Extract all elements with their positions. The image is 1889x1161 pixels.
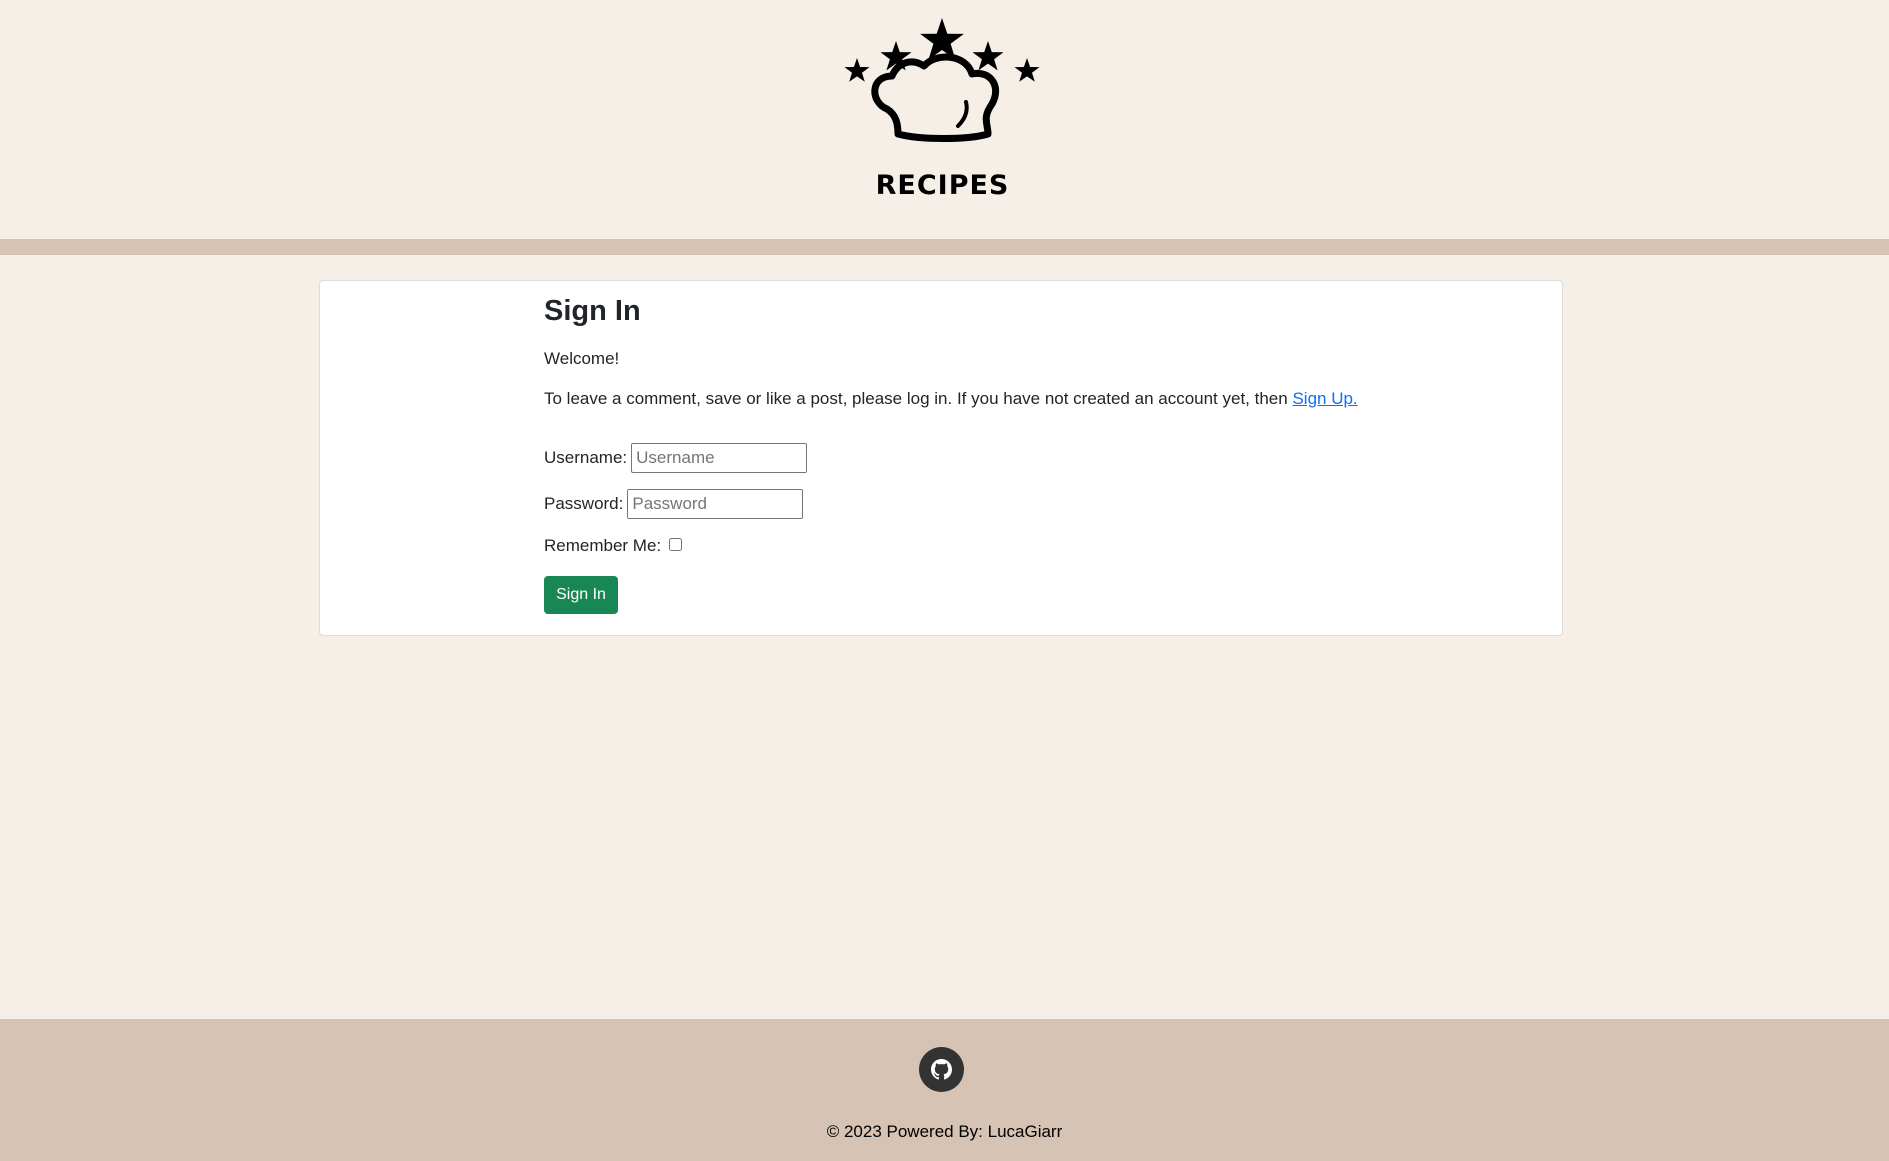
password-label: Password: bbox=[544, 494, 624, 513]
copyright-text: © 2023 Powered By: LucaGiarr bbox=[826, 1122, 1063, 1141]
site-header: RECIPES bbox=[0, 0, 1889, 239]
welcome-text: Welcome! bbox=[544, 349, 620, 368]
star-icon bbox=[972, 41, 1004, 71]
login-info-message: To leave a comment, save or like a post,… bbox=[544, 389, 1293, 408]
chef-hat-stars-icon bbox=[844, 18, 1040, 142]
remember-row: Remember Me: bbox=[544, 536, 683, 556]
header-divider-bar bbox=[0, 239, 1889, 255]
site-footer: © 2023 Powered By: LucaGiarr bbox=[0, 1019, 1889, 1161]
recipes-logo[interactable]: RECIPES bbox=[840, 14, 1045, 210]
username-input[interactable] bbox=[631, 443, 808, 473]
page-title: Sign In bbox=[544, 295, 641, 327]
username-label: Username: bbox=[544, 448, 628, 467]
github-link[interactable] bbox=[919, 1047, 964, 1092]
star-icon bbox=[920, 18, 964, 60]
password-row: Password: bbox=[544, 489, 804, 519]
github-icon bbox=[931, 1059, 952, 1080]
username-row: Username: bbox=[544, 443, 808, 473]
chef-hat-icon bbox=[871, 53, 1000, 142]
signin-button[interactable]: Sign In bbox=[544, 576, 618, 614]
remember-me-checkbox[interactable] bbox=[669, 537, 683, 551]
star-icon bbox=[1014, 58, 1040, 82]
star-icon bbox=[844, 58, 870, 82]
remember-me-label: Remember Me: bbox=[544, 536, 662, 555]
password-input[interactable] bbox=[627, 489, 804, 519]
logo-text: RECIPES bbox=[875, 170, 1010, 201]
signup-link[interactable]: Sign Up. bbox=[1292, 389, 1357, 408]
signin-card: Sign In Welcome! To leave a comment, sav… bbox=[319, 280, 1563, 636]
login-info-text: To leave a comment, save or like a post,… bbox=[544, 389, 1358, 409]
